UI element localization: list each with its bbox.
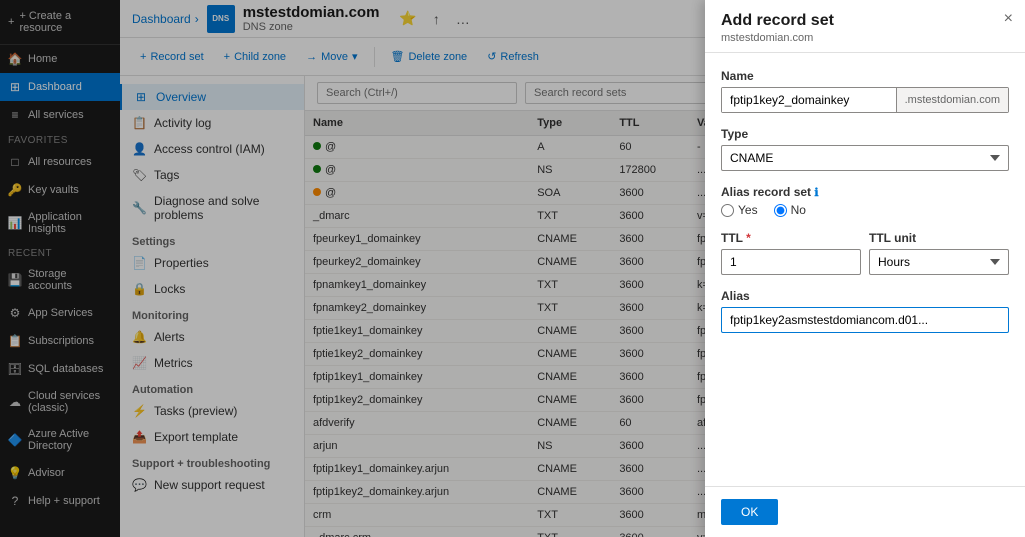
panel-close-button[interactable]: × bbox=[1004, 10, 1013, 28]
ttl-label: TTL * bbox=[721, 231, 861, 245]
alias-input[interactable] bbox=[721, 307, 1009, 333]
alias-info-icon[interactable]: ℹ bbox=[814, 187, 818, 199]
name-suffix: .mstestdomian.com bbox=[896, 88, 1008, 112]
alias-radio-group: Yes No bbox=[721, 203, 1009, 217]
type-select[interactable]: CNAME A AAAA CAA MX NS PTR SOA SRV TXT bbox=[721, 145, 1009, 171]
panel-footer: OK bbox=[705, 486, 1025, 537]
ttl-input[interactable] bbox=[721, 249, 861, 275]
add-record-set-panel: Add record set mstestdomian.com × Name .… bbox=[705, 0, 1025, 537]
ttl-unit-label: TTL unit bbox=[869, 231, 1009, 245]
alias-no-radio[interactable] bbox=[774, 204, 787, 217]
name-input-wrapper: .mstestdomian.com bbox=[721, 87, 1009, 113]
name-form-group: Name .mstestdomian.com bbox=[721, 69, 1009, 113]
ok-button[interactable]: OK bbox=[721, 499, 778, 525]
alias-no-label[interactable]: No bbox=[774, 203, 806, 217]
panel-subtitle: mstestdomian.com bbox=[721, 32, 1009, 44]
alias-form-group: Alias bbox=[721, 289, 1009, 333]
type-form-group: Type CNAME A AAAA CAA MX NS PTR SOA SRV … bbox=[721, 127, 1009, 171]
panel-header: Add record set mstestdomian.com × bbox=[705, 0, 1025, 53]
alias-yes-radio[interactable] bbox=[721, 204, 734, 217]
ttl-row: TTL * TTL unit Seconds Minutes Hours Day… bbox=[721, 231, 1009, 289]
panel-body: Name .mstestdomian.com Type CNAME A AAAA… bbox=[705, 53, 1025, 486]
ttl-form-group: TTL * bbox=[721, 231, 861, 275]
alias-yes-label[interactable]: Yes bbox=[721, 203, 758, 217]
ttl-unit-form-group: TTL unit Seconds Minutes Hours Days bbox=[869, 231, 1009, 275]
name-input[interactable] bbox=[722, 88, 896, 112]
alias-record-form-group: Alias record set ℹ Yes No bbox=[721, 185, 1009, 217]
panel-title: Add record set bbox=[721, 12, 1009, 30]
name-label: Name bbox=[721, 69, 1009, 83]
ttl-unit-select[interactable]: Seconds Minutes Hours Days bbox=[869, 249, 1009, 275]
alias-record-label: Alias record set ℹ bbox=[721, 185, 1009, 199]
type-label: Type bbox=[721, 127, 1009, 141]
alias-label: Alias bbox=[721, 289, 1009, 303]
